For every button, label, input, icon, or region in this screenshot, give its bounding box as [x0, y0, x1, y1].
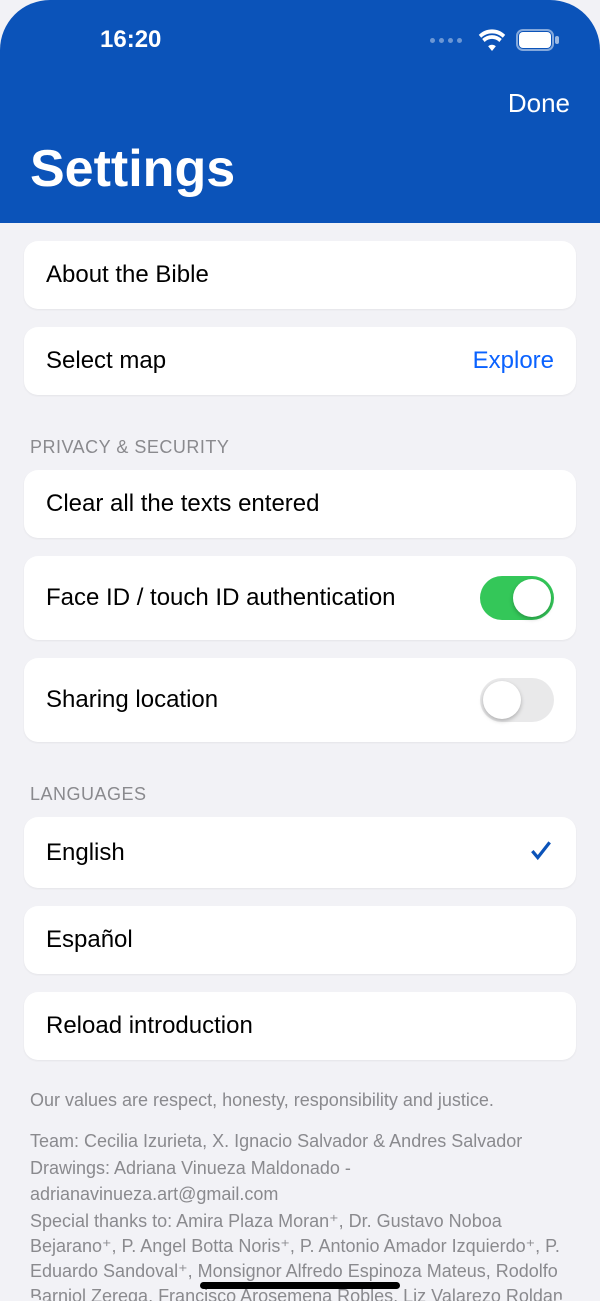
clear-texts-label: Clear all the texts entered	[46, 490, 319, 518]
footer-drawings: Drawings: Adriana Vinueza Maldonado - ad…	[30, 1156, 570, 1206]
status-right	[430, 29, 560, 51]
faceid-row: Face ID / touch ID authentication	[24, 556, 576, 640]
header: 16:20 Done Settings	[0, 0, 600, 223]
sharing-location-label: Sharing location	[46, 686, 218, 714]
footer-values: Our values are respect, honesty, respons…	[30, 1088, 570, 1113]
checkmark-icon	[528, 837, 554, 868]
language-english-label: English	[46, 839, 125, 867]
footer-team: Team: Cecilia Izurieta, X. Ignacio Salva…	[30, 1129, 570, 1154]
faceid-label: Face ID / touch ID authentication	[46, 584, 396, 612]
about-bible-label: About the Bible	[46, 261, 209, 289]
reload-introduction-row[interactable]: Reload introduction	[24, 992, 576, 1060]
select-map-label: Select map	[46, 347, 166, 375]
sharing-location-row: Sharing location	[24, 658, 576, 742]
footer-text: Our values are respect, honesty, respons…	[24, 1078, 576, 1301]
content: About the Bible Select map Explore Priva…	[0, 223, 600, 1301]
language-spanish-row[interactable]: Español	[24, 906, 576, 974]
languages-header: Languages	[24, 760, 576, 817]
privacy-security-header: Privacy & Security	[24, 413, 576, 470]
language-english-row[interactable]: English	[24, 817, 576, 888]
status-bar: 16:20	[0, 0, 600, 60]
about-bible-row[interactable]: About the Bible	[24, 241, 576, 309]
reload-introduction-label: Reload introduction	[46, 1012, 253, 1040]
wifi-icon	[478, 29, 506, 51]
page-title: Settings	[0, 119, 600, 223]
explore-link[interactable]: Explore	[473, 347, 554, 375]
status-time: 16:20	[100, 26, 161, 54]
done-button[interactable]: Done	[508, 88, 570, 119]
cellular-dots-icon	[430, 38, 462, 43]
language-spanish-label: Español	[46, 926, 133, 954]
navbar: Done	[0, 60, 600, 119]
select-map-row[interactable]: Select map Explore	[24, 327, 576, 395]
clear-texts-row[interactable]: Clear all the texts entered	[24, 470, 576, 538]
battery-icon	[516, 29, 560, 51]
sharing-location-toggle[interactable]	[480, 678, 554, 722]
faceid-toggle[interactable]	[480, 576, 554, 620]
home-indicator[interactable]	[200, 1282, 400, 1289]
